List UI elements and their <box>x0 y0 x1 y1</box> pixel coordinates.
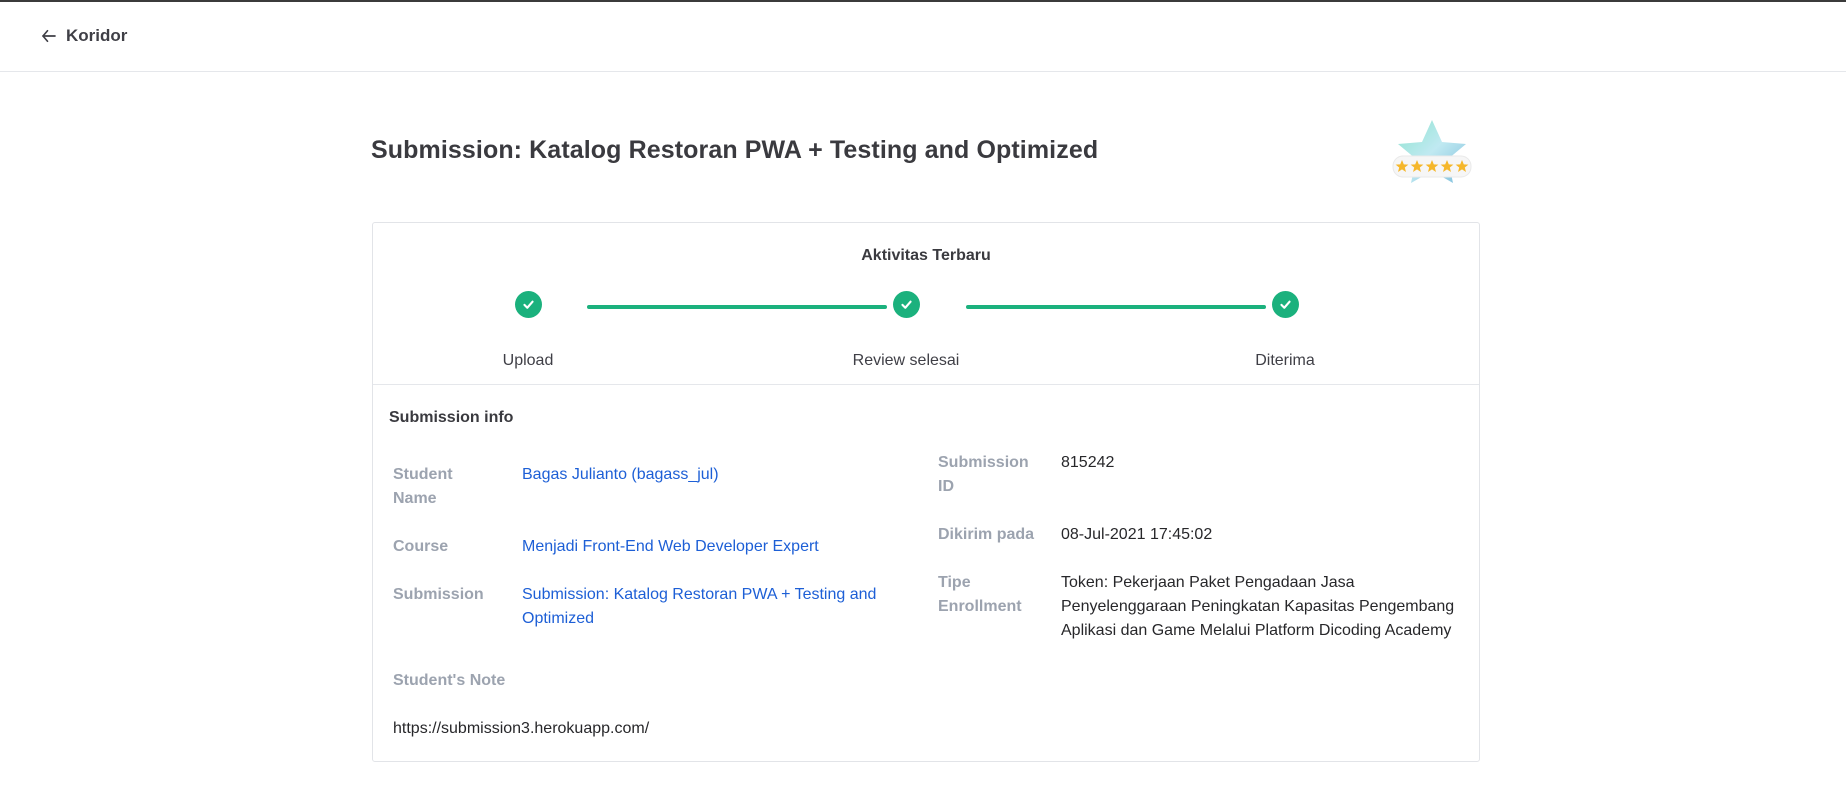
page-title: Submission: Katalog Restoran PWA + Testi… <box>371 136 1099 164</box>
sent-at-value: 08-Jul-2021 17:45:02 <box>1061 526 1213 543</box>
student-note-value: https://submission3.herokuapp.com/ <box>393 720 650 737</box>
student-note-label: Student's Note <box>393 672 506 689</box>
course-label: Course <box>393 538 449 555</box>
step-label: Review selesai <box>852 352 960 369</box>
submission-id-label: Submission ID <box>938 454 1029 495</box>
back-to-koridor-link[interactable]: Koridor <box>40 26 127 46</box>
check-icon <box>514 291 542 318</box>
step-label: Upload <box>502 352 554 369</box>
back-link-label: Koridor <box>66 26 128 45</box>
step-upload: Upload <box>448 291 608 370</box>
sent-at-label: Dikirim pada <box>938 526 1035 543</box>
step-review-selesai: Review selesai <box>826 291 986 370</box>
check-icon <box>892 291 920 318</box>
enrollment-type-label: Tipe Enrollment <box>938 574 1022 615</box>
section-divider <box>373 384 1479 385</box>
activity-title: Aktivitas Terbaru <box>861 247 991 264</box>
step-diterima: Diterima <box>1205 291 1365 370</box>
course-link[interactable]: Menjadi Front-End Web Developer Expert <box>522 535 902 559</box>
submission-link[interactable]: Submission: Katalog Restoran PWA + Testi… <box>522 583 897 631</box>
student-name-label: Student Name <box>393 466 453 507</box>
arrow-left-icon <box>42 29 56 43</box>
submission-card: Aktivitas Terbaru Upload Review selesai … <box>372 222 1480 762</box>
submission-info-title: Submission info <box>389 409 514 426</box>
submission-id-value: 815242 <box>1061 454 1115 471</box>
star-rating-badge-icon <box>1387 113 1477 187</box>
step-label: Diterima <box>1255 352 1315 369</box>
check-icon <box>1271 291 1299 318</box>
top-navbar: Koridor <box>0 2 1846 72</box>
submission-label: Submission <box>393 586 484 603</box>
student-name-link[interactable]: Bagas Julianto (bagass_jul) <box>522 463 902 487</box>
enrollment-type-value: Token: Pekerjaan Paket Pengadaan Jasa Pe… <box>1061 574 1455 639</box>
